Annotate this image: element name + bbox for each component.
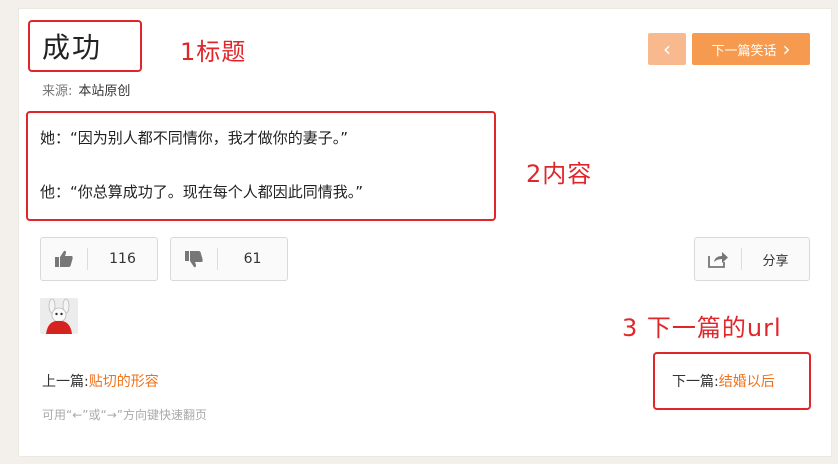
next-joke-button[interactable]: 下一篇笑话 › [692, 33, 810, 65]
thumbs-down-icon [171, 248, 218, 270]
next-url-highlight-box [653, 352, 811, 410]
dislike-count: 61 [243, 251, 262, 267]
prev-article-label: 上一篇: [42, 374, 89, 390]
avatar[interactable] [40, 298, 78, 334]
source-line: 来源: 本站原创 [42, 80, 130, 99]
title-highlight-box [28, 20, 142, 72]
dislike-button[interactable]: 61 [170, 237, 288, 281]
next-joke-label: 下一篇笑话 [711, 43, 777, 59]
keyboard-hint: 可用“←”或“→”方向键快速翻页 [42, 408, 207, 422]
content-highlight-box [26, 111, 496, 221]
annotation-next-url: 3 下一篇的url [622, 314, 782, 342]
like-count: 116 [109, 251, 136, 267]
share-label: 分享 [762, 253, 789, 269]
source-value: 本站原创 [78, 84, 131, 99]
like-button[interactable]: 116 [40, 237, 158, 281]
prev-joke-button[interactable]: ‹ [648, 33, 686, 65]
annotation-title: 1标题 [180, 38, 247, 66]
share-button[interactable]: 分享 [694, 237, 810, 281]
chevron-right-icon: › [782, 37, 791, 61]
prev-article: 上一篇:贴切的形容 [42, 371, 159, 391]
chevron-left-icon: ‹ [663, 37, 671, 61]
source-label: 来源: [42, 84, 73, 99]
thumbs-up-icon [41, 248, 88, 270]
prev-article-link[interactable]: 贴切的形容 [89, 374, 159, 390]
share-icon [695, 248, 742, 270]
annotation-content: 2内容 [526, 160, 593, 188]
